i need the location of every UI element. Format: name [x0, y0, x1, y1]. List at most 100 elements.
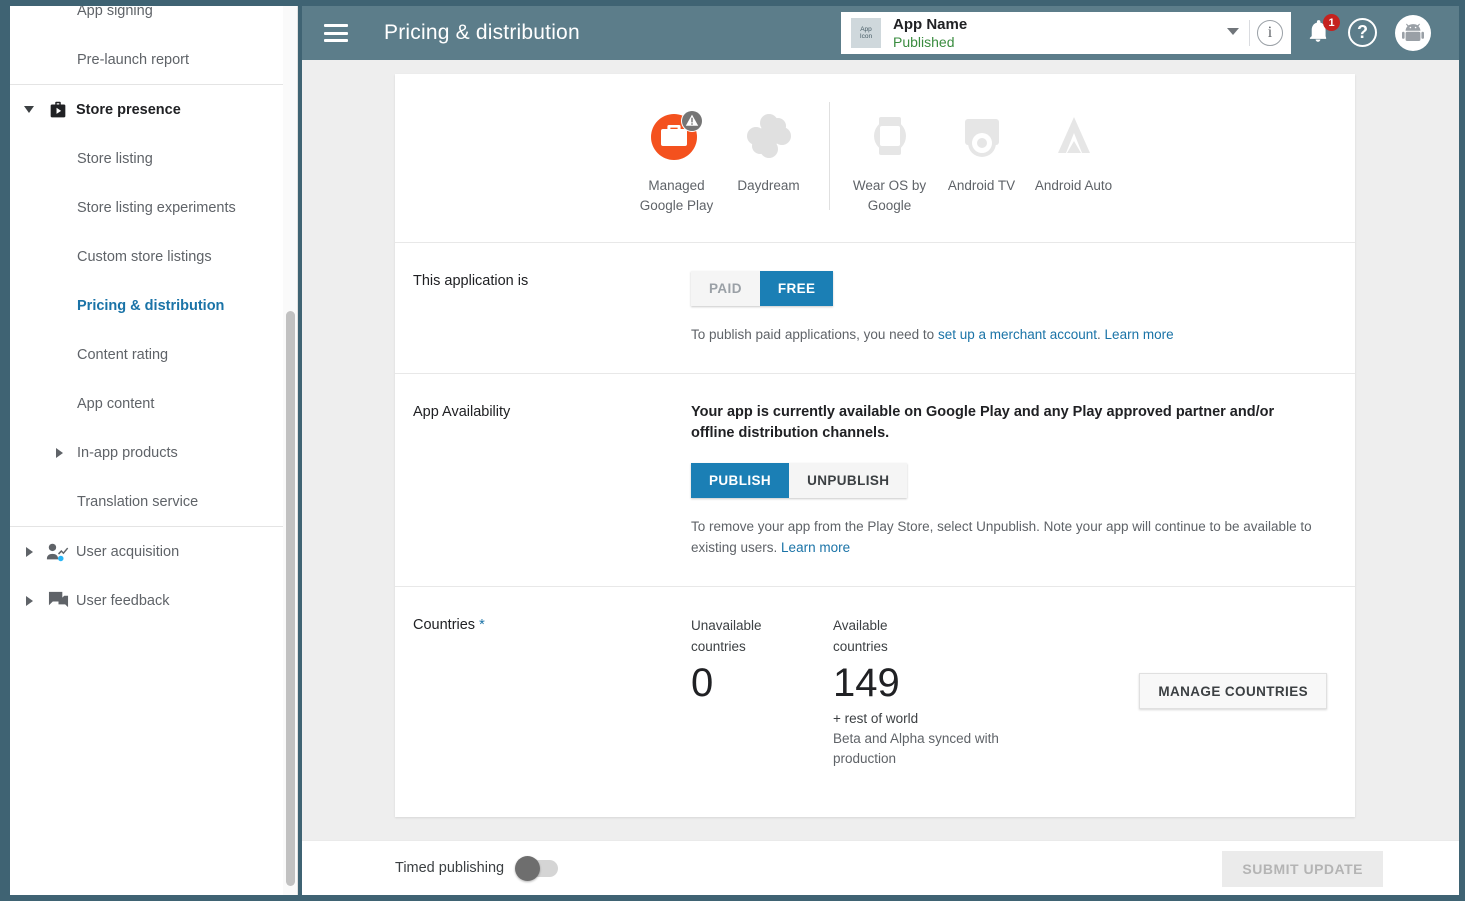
platform-managed-google-play[interactable]: ManagedGoogle Play [631, 102, 723, 216]
platform-android-auto[interactable]: Android Auto [1028, 102, 1120, 196]
top-bar: Pricing & distribution App Icon App Name… [302, 6, 1459, 60]
available-countries-block: Available countries 149 + rest of world … [833, 615, 1013, 769]
platform-wear-os[interactable]: Wear OS byGoogle [844, 102, 936, 216]
pricing-toggle-group: PAID FREE [691, 271, 833, 306]
hamburger-icon[interactable] [324, 24, 348, 42]
unpublish-button[interactable]: UNPUBLISH [789, 463, 907, 498]
manage-countries-button[interactable]: MANAGE COUNTRIES [1139, 673, 1327, 709]
info-icon[interactable]: i [1257, 20, 1283, 46]
pricing-learn-more-link[interactable]: Learn more [1105, 327, 1174, 342]
free-button[interactable]: FREE [760, 271, 834, 306]
publish-button[interactable]: PUBLISH [691, 463, 789, 498]
chevron-down-icon[interactable] [18, 106, 40, 113]
sidebar-item-store-listing[interactable]: Store listing [10, 134, 297, 183]
sidebar-item-label: User feedback [76, 593, 170, 609]
app-icon-line1: App [860, 26, 872, 33]
user-chart-icon [40, 541, 76, 563]
android-auto-icon [1049, 102, 1099, 170]
unavailable-countries-block: Unavailable countries 0 [691, 615, 791, 709]
sidebar-item-label: App content [18, 396, 154, 412]
content-area: ManagedGoogle Play Daydre [302, 60, 1459, 840]
sidebar-item-in-app-products[interactable]: In-app products [10, 428, 297, 477]
paid-button[interactable]: PAID [691, 271, 760, 306]
footer-bar: Timed publishing SUBMIT UPDATE [302, 840, 1459, 895]
availability-toggle-group: PUBLISH UNPUBLISH [691, 463, 907, 498]
availability-row: App Availability Your app is currently a… [395, 373, 1355, 586]
app-icon-line2: Icon [860, 33, 872, 40]
android-robot-icon [1401, 21, 1425, 45]
platform-android-tv[interactable]: Android TV [936, 102, 1028, 196]
sidebar-item-label: Store listing experiments [18, 200, 236, 216]
sidebar-item-store-listing-experiments[interactable]: Store listing experiments [10, 183, 297, 232]
unavailable-countries-title: Unavailable countries [691, 615, 791, 657]
beta-alpha-sync-note: Beta and Alpha synced with production [833, 729, 1013, 769]
platform-divider [829, 102, 830, 210]
countries-body: Unavailable countries 0 Available countr… [691, 615, 1337, 769]
sidebar-item-user-feedback[interactable]: User feedback [10, 576, 297, 625]
daydream-icon [743, 102, 795, 170]
availability-label: App Availability [413, 402, 691, 558]
available-countries-title: Available countries [833, 615, 933, 657]
sidebar-item-label: App signing [18, 6, 153, 19]
sidebar-item-user-acquisition[interactable]: User acquisition [10, 527, 297, 576]
sidebar-item-store-presence[interactable]: Store presence [10, 85, 297, 134]
platform-label: Android Auto [1035, 176, 1112, 196]
chevron-down-icon[interactable] [1227, 28, 1239, 35]
sidebar-item-translation-service[interactable]: Translation service [10, 477, 297, 526]
pricing-label: This application is [413, 271, 691, 345]
sidebar-scrollbar-track[interactable] [283, 6, 297, 895]
sidebar-item-content-rating[interactable]: Content rating [10, 330, 297, 379]
countries-label-text: Countries [413, 617, 475, 633]
sidebar-item-label: Pricing & distribution [18, 298, 224, 314]
sidebar: Artifact library Device catalog App sign… [10, 6, 298, 895]
rest-of-world-text: + rest of world [833, 711, 1013, 726]
sidebar-item-app-content[interactable]: App content [10, 379, 297, 428]
chevron-right-icon[interactable] [18, 596, 40, 606]
wear-os-icon [865, 102, 915, 170]
divider [1249, 20, 1250, 46]
timed-publishing-toggle[interactable] [516, 860, 558, 877]
sidebar-item-label: Store presence [76, 102, 181, 118]
merchant-account-link[interactable]: set up a merchant account [938, 327, 1097, 342]
help-icon[interactable]: ? [1348, 18, 1377, 47]
chevron-right-icon[interactable] [18, 547, 40, 557]
platform-label: Daydream [737, 176, 799, 196]
platform-daydream[interactable]: Daydream [723, 102, 815, 196]
availability-body: Your app is currently available on Googl… [691, 402, 1337, 558]
sidebar-item-label: In-app products [70, 445, 178, 461]
pricing-helper-prefix: To publish paid applications, you need t… [691, 327, 938, 342]
pricing-row: This application is PAID FREE To publish… [395, 242, 1355, 373]
pricing-distribution-card: ManagedGoogle Play Daydre [395, 74, 1355, 817]
platform-label: Wear OS byGoogle [853, 176, 926, 216]
store-briefcase-play-icon [40, 99, 76, 121]
pricing-helper-mid: . [1097, 327, 1105, 342]
pricing-helper-text: To publish paid applications, you need t… [691, 324, 1337, 345]
platform-label: ManagedGoogle Play [640, 176, 714, 216]
availability-intro: Your app is currently available on Googl… [691, 402, 1311, 444]
available-countries-count: 149 [833, 657, 1013, 709]
submit-update-button[interactable]: SUBMIT UPDATE [1222, 851, 1383, 887]
sidebar-item-pre-launch-report[interactable]: Pre-launch report [10, 35, 297, 84]
availability-helper-text: To remove your app from the Play Store, … [691, 516, 1337, 558]
browser-window: Artifact library Device catalog App sign… [0, 0, 1465, 901]
timed-publishing-label: Timed publishing [395, 860, 504, 876]
chevron-right-icon[interactable] [48, 448, 70, 458]
countries-row: Countries * Unavailable countries 0 Avai… [395, 586, 1355, 797]
app-selector[interactable]: App Icon App Name Published i [841, 12, 1291, 54]
app-meta: App Name Published [893, 16, 967, 49]
sidebar-item-label: Custom store listings [18, 249, 212, 265]
sidebar-item-app-signing[interactable]: App signing [10, 6, 297, 35]
sidebar-item-pricing-and-distribution[interactable]: Pricing & distribution [10, 281, 297, 330]
app-status-badge: Published [893, 34, 967, 50]
sidebar-scrollbar-thumb[interactable] [286, 311, 295, 886]
platform-label: Android TV [948, 176, 1015, 196]
notifications-button[interactable]: 1 [1305, 18, 1335, 48]
sidebar-item-label: User acquisition [76, 544, 179, 560]
sidebar-item-label: Store listing [18, 151, 153, 167]
managed-google-play-icon [649, 102, 705, 170]
sidebar-item-label: Pre-launch report [18, 52, 189, 68]
availability-learn-more-link[interactable]: Learn more [781, 540, 850, 555]
sidebar-item-custom-store-listings[interactable]: Custom store listings [10, 232, 297, 281]
sidebar-nav-list: Artifact library Device catalog App sign… [10, 6, 297, 625]
avatar[interactable] [1395, 15, 1431, 51]
